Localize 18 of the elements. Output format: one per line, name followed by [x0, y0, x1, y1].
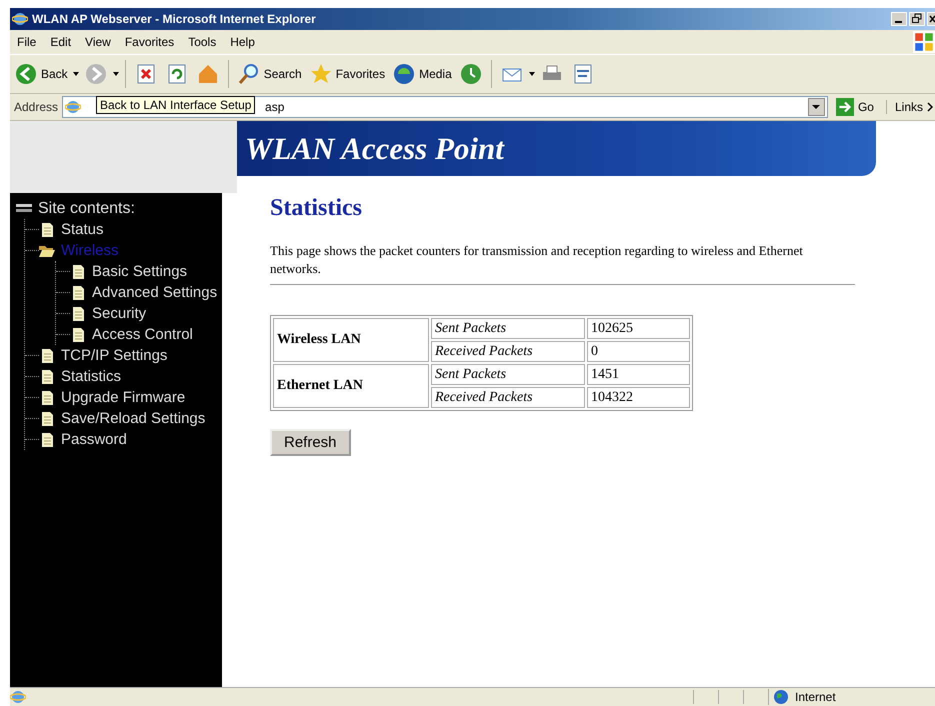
- window-title: WLAN AP Webserver - Microsoft Internet Explorer: [32, 12, 316, 26]
- table-cell: Sent Packets: [431, 318, 585, 339]
- security-zone: Internet: [795, 690, 836, 704]
- table-cell: Wireless LAN: [273, 318, 429, 362]
- table-cell: 104322: [587, 387, 690, 408]
- tree-title: Site contents:: [38, 200, 135, 218]
- table-cell: Sent Packets: [431, 364, 585, 385]
- table-cell: 102625: [587, 318, 690, 339]
- tooltip: Back to LAN Interface Setup: [96, 96, 256, 114]
- table-cell: 0: [587, 341, 690, 362]
- table-cell: Ethernet LAN: [273, 364, 429, 408]
- table-cell: Received Packets: [431, 341, 585, 362]
- table-cell: Received Packets: [431, 387, 585, 408]
- address-label: Address: [14, 100, 58, 114]
- banner-title: WLAN Access Point: [245, 130, 504, 166]
- page-description: This page shows the packet counters for transmission and reception regarding to wireless and Ethernet networks.: [270, 242, 804, 278]
- page-heading: Statistics: [270, 195, 363, 222]
- table-cell: 1451: [587, 364, 690, 385]
